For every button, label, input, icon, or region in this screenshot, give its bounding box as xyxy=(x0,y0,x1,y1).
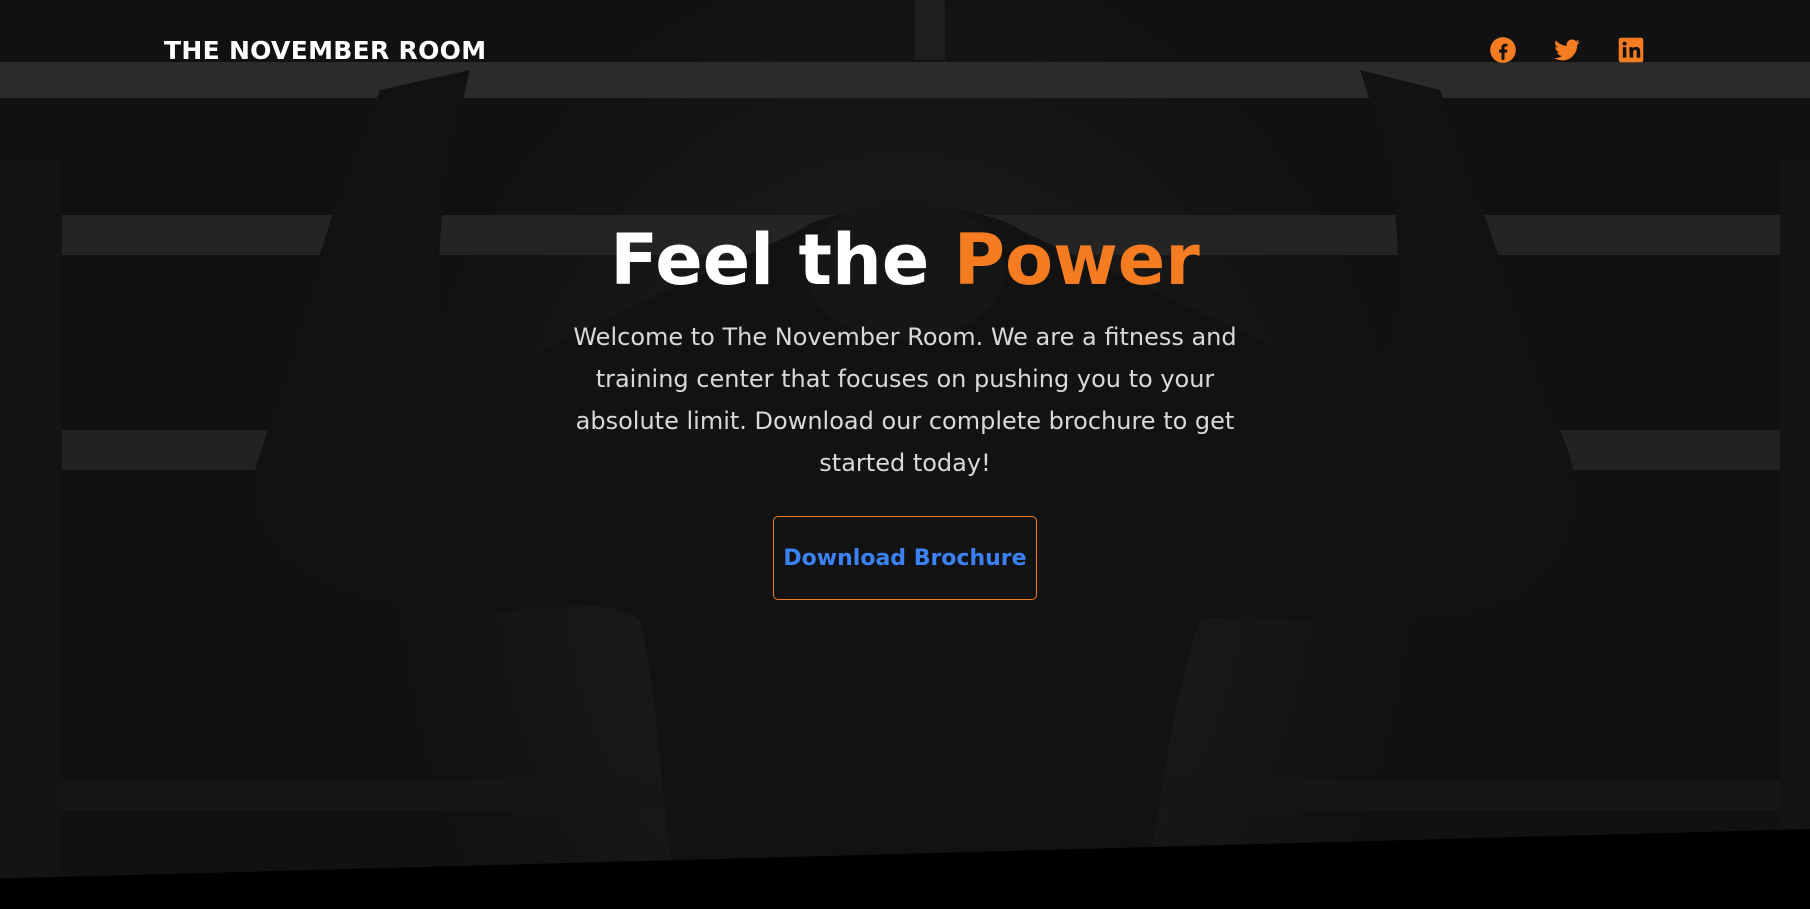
top-navigation: THE NOVEMBER ROOM xyxy=(0,0,1810,104)
facebook-icon xyxy=(1490,37,1516,63)
hero-headline: Feel the Power xyxy=(0,218,1810,302)
hero-section: THE NOVEMBER ROOM Feel the Power Welcome… xyxy=(0,0,1810,909)
headline-main: Feel the xyxy=(610,219,954,301)
social-links xyxy=(1489,36,1645,64)
facebook-link[interactable] xyxy=(1489,36,1517,64)
linkedin-icon xyxy=(1618,37,1644,63)
brand-logo[interactable]: THE NOVEMBER ROOM xyxy=(164,36,486,65)
hero-lead-text: Welcome to The November Room. We are a f… xyxy=(573,323,1237,477)
twitter-link[interactable] xyxy=(1553,36,1581,64)
hero-content: Feel the Power Welcome to The November R… xyxy=(0,218,1810,600)
twitter-icon xyxy=(1554,39,1580,61)
headline-accent: Power xyxy=(953,219,1200,301)
linkedin-link[interactable] xyxy=(1617,36,1645,64)
download-brochure-button[interactable]: Download Brochure xyxy=(773,516,1037,600)
